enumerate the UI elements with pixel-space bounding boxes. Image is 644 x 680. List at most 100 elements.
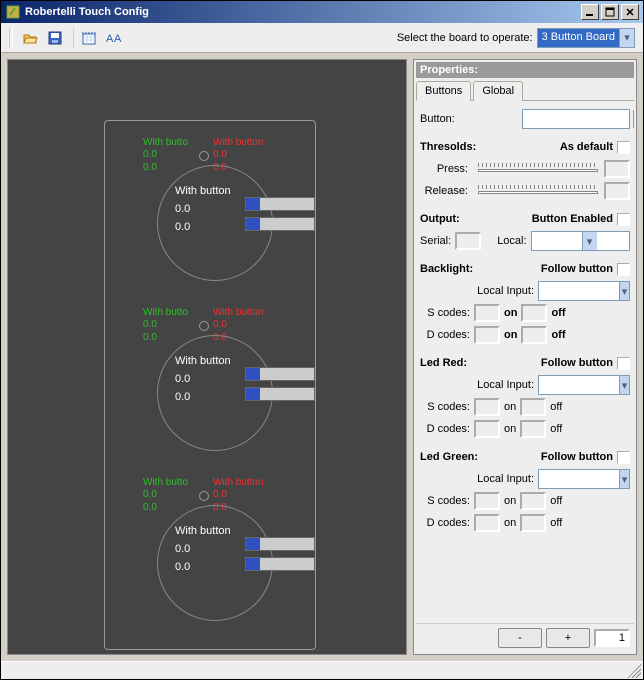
press-label: Press: [420,163,468,175]
red-v1: 0.0 [213,489,227,500]
properties-title: Properties: [416,62,634,78]
ledgreen-scodes-label: S codes: [420,495,470,507]
ledred-title: Led Red: [420,357,467,369]
save-button[interactable] [44,27,66,49]
ledgreen-dcodes-label: D codes: [420,517,470,529]
maximize-button[interactable] [601,4,619,20]
local-label: Local: [497,235,526,247]
ledred-follow-label: Follow button [541,357,613,369]
font-button[interactable]: AA [103,27,125,49]
off-label: off [551,329,565,341]
ledgreen-localinput-label: Local Input: [477,473,534,485]
backlight-s-off-input[interactable] [521,304,547,322]
off-label: off [550,401,562,413]
svg-text:A: A [114,33,122,45]
backlight-d-off-input[interactable] [521,326,547,344]
properties-body: Button: ▾ Thresolds: As default Press: [416,107,634,623]
ledred-follow-checkbox[interactable] [617,357,630,370]
red-v1: 0.0 [213,319,227,330]
resize-grip-icon[interactable] [627,664,641,678]
ledgreen-s-on-input[interactable] [474,492,500,510]
as-default-checkbox[interactable] [617,141,630,154]
chevron-down-icon[interactable]: ▾ [619,282,629,300]
thresholds-title: Thresolds: [420,141,476,153]
progress-bar-1 [245,197,315,211]
minus-button[interactable]: - [498,628,542,648]
ledgreen-d-off-input[interactable] [520,514,546,532]
ledred-localinput-label: Local Input: [477,379,534,391]
calendar-button[interactable] [78,27,100,49]
ledgreen-localinput-select[interactable]: ▾ [538,469,630,489]
white-v2: 0.0 [175,391,190,403]
on-label: on [504,401,516,413]
toolbar-sep [73,28,74,48]
green-v2: 0.0 [143,162,157,173]
chevron-down-icon[interactable]: ▾ [633,110,634,128]
open-button[interactable] [19,27,41,49]
ledgreen-d-on-input[interactable] [474,514,500,532]
red-label: With button [213,137,264,148]
board-button-3[interactable]: With butto 0.0 0.0 With button 0.0 0.0 W… [137,477,397,627]
chevron-down-icon[interactable]: ▾ [619,29,634,47]
button-enabled-label: Button Enabled [532,213,613,225]
chevron-down-icon[interactable]: ▾ [619,376,629,394]
backlight-follow-checkbox[interactable] [617,263,630,276]
local-select[interactable]: ▾ [531,231,630,251]
ledgreen-follow-checkbox[interactable] [617,451,630,464]
minimize-button[interactable] [581,4,599,20]
white-v1: 0.0 [175,203,190,215]
ledred-d-on-input[interactable] [474,420,500,438]
release-label: Release: [420,185,468,197]
board-button-2[interactable]: With butto 0.0 0.0 With button 0.0 0.0 W… [137,307,397,457]
chevron-down-icon[interactable]: ▾ [582,232,597,250]
plus-button[interactable]: + [546,628,590,648]
white-label: With button [175,355,231,367]
red-label: With button [213,477,264,488]
release-slider[interactable] [476,181,600,201]
ledred-d-off-input[interactable] [520,420,546,438]
count-input[interactable]: 1 [594,629,630,647]
chevron-down-icon[interactable]: ▾ [619,470,629,488]
on-label: on [504,307,517,319]
backlight-s-on-input[interactable] [474,304,500,322]
board-select[interactable]: 3 Button Board ▾ [537,28,635,48]
backlight-follow-label: Follow button [541,263,613,275]
release-value[interactable] [604,182,630,200]
progress-bar-2 [245,387,315,401]
board-outline: With butto 0.0 0.0 With button 0.0 0.0 W… [104,120,316,650]
app-icon [5,4,21,20]
ledgreen-s-off-input[interactable] [520,492,546,510]
backlight-localinput-select[interactable]: ▾ [538,281,630,301]
on-label: on [504,517,516,529]
ledred-s-off-input[interactable] [520,398,546,416]
press-value[interactable] [604,160,630,178]
green-label: With butto [143,307,188,318]
white-v1: 0.0 [175,373,190,385]
board-preview: With butto 0.0 0.0 With button 0.0 0.0 W… [7,59,407,655]
green-v2: 0.0 [143,332,157,343]
ledgreen-follow-label: Follow button [541,451,613,463]
green-v1: 0.0 [143,149,157,160]
ledred-s-on-input[interactable] [474,398,500,416]
off-label: off [550,423,562,435]
white-v1: 0.0 [175,543,190,555]
ledred-localinput-select[interactable]: ▾ [538,375,630,395]
toolbar: AA Select the board to operate: 3 Button… [1,23,643,53]
tab-buttons[interactable]: Buttons [416,81,471,101]
serial-input[interactable] [455,232,481,250]
button-select-value [523,110,633,128]
tabs: Buttons Global [416,80,634,101]
press-slider[interactable] [476,159,600,179]
button-select[interactable]: ▾ [522,109,630,129]
board-button-1[interactable]: With butto 0.0 0.0 With button 0.0 0.0 W… [137,137,397,287]
tab-global[interactable]: Global [473,81,523,101]
button-enabled-checkbox[interactable] [617,213,630,226]
on-label: on [504,329,517,341]
backlight-d-on-input[interactable] [474,326,500,344]
white-label: With button [175,185,231,197]
backlight-scodes-label: S codes: [420,307,470,319]
off-label: off [550,495,562,507]
content: With butto 0.0 0.0 With button 0.0 0.0 W… [1,53,643,661]
close-button[interactable] [621,4,639,20]
backlight-localinput-label: Local Input: [477,285,534,297]
